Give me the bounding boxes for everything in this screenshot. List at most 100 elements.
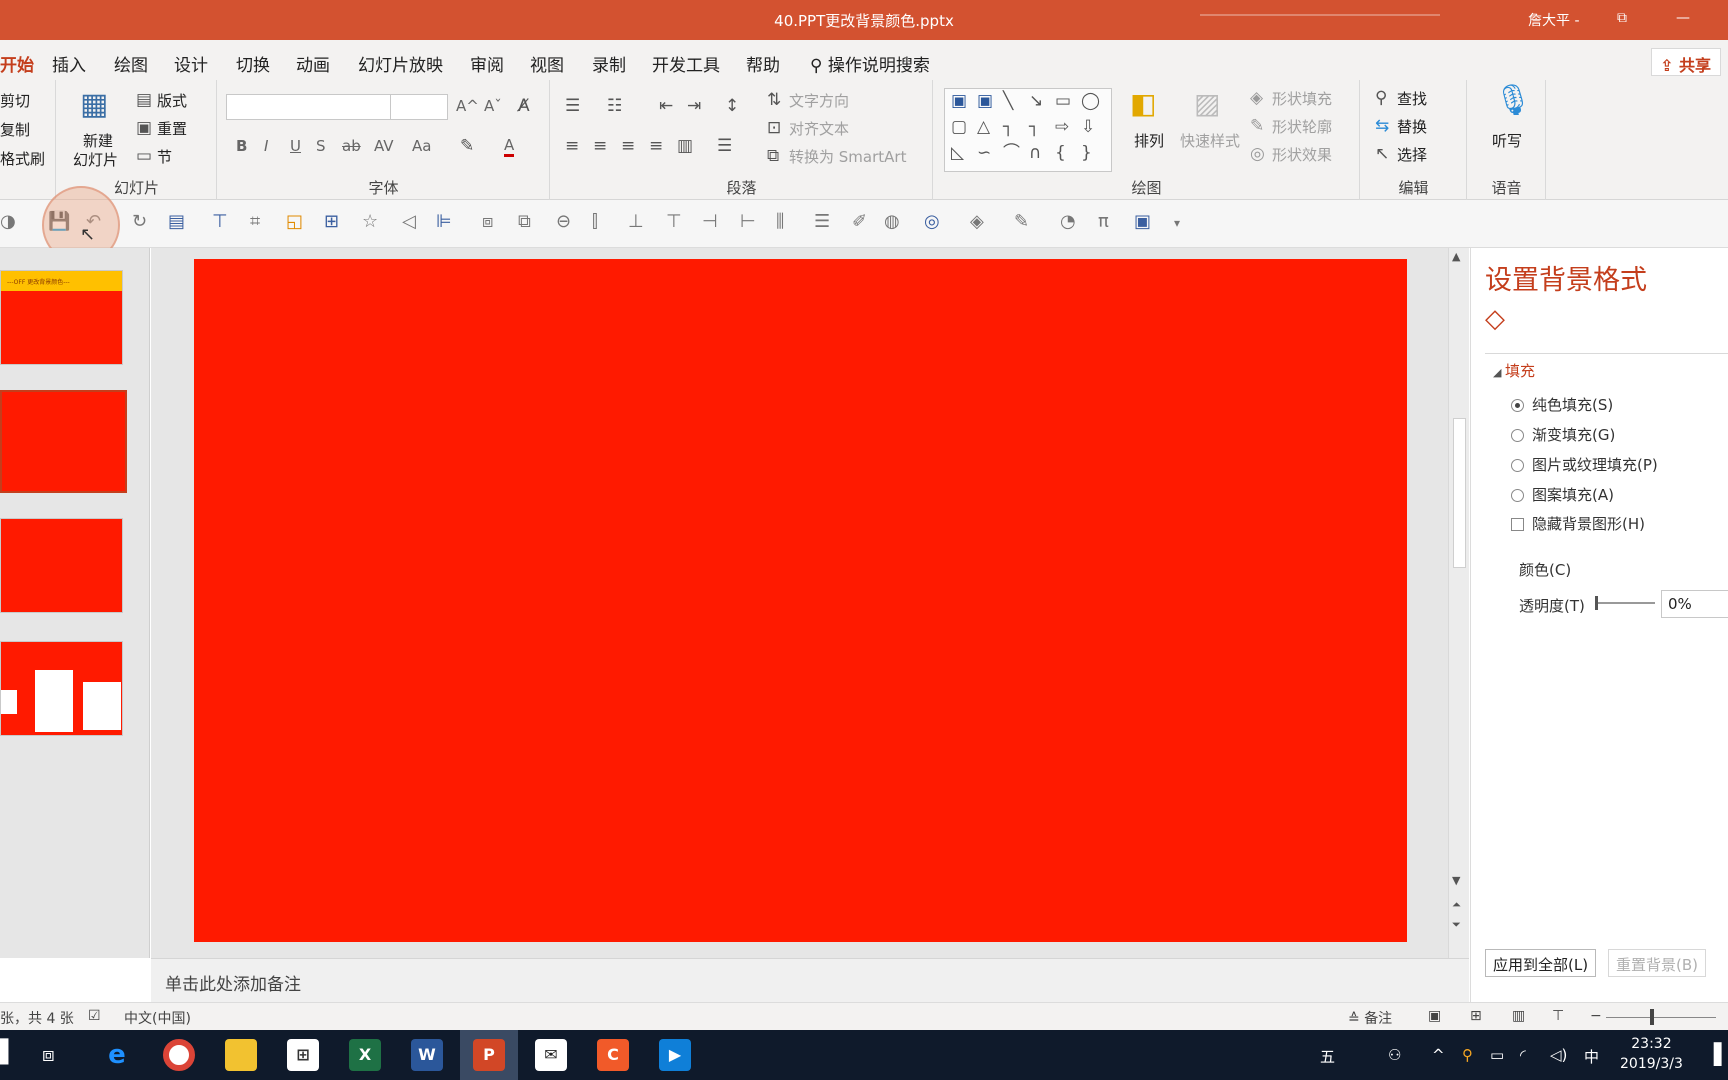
distribute-left-icon[interactable]: ⊢ — [740, 213, 756, 231]
tab-help[interactable]: 帮助 — [746, 51, 780, 76]
normal-view-icon[interactable]: ▣ — [1428, 1008, 1441, 1024]
font-color-button[interactable]: A — [504, 136, 515, 157]
distribute-h-icon[interactable]: ⫼ — [776, 213, 784, 231]
align-right-icon[interactable]: ≡ — [621, 138, 635, 155]
triangle-shape-icon[interactable]: △ — [977, 119, 990, 136]
recorder-icon[interactable]: ▶ — [659, 1039, 691, 1071]
tab-record[interactable]: 录制 — [592, 51, 626, 76]
shrink-font-button[interactable]: Aˇ — [484, 97, 502, 115]
find-button[interactable]: 查找 — [1397, 88, 1427, 109]
people-icon[interactable]: ⚇ — [1388, 1046, 1401, 1064]
copy-button[interactable]: 复制 — [0, 119, 30, 140]
edge-icon[interactable]: e — [101, 1039, 133, 1071]
columns-icon[interactable]: ▥ — [677, 138, 693, 155]
start-icon[interactable]: ▌ — [0, 1040, 17, 1065]
hide-background-option[interactable]: 隐藏背景图形(H) — [1511, 513, 1645, 534]
fill-qat-icon[interactable]: ◈ — [970, 213, 984, 231]
minimize-button[interactable]: — — [1676, 10, 1690, 26]
paint-bucket-icon[interactable]: ◇ — [1485, 304, 1505, 334]
word-icon[interactable]: W — [411, 1039, 443, 1071]
user-name[interactable]: 詹大平 - — [1528, 10, 1580, 30]
solid-fill-option[interactable]: 纯色填充(S) — [1511, 394, 1613, 415]
freeform-shape-icon[interactable]: ◺ — [951, 145, 964, 162]
section-button[interactable]: 节 — [157, 146, 172, 167]
notification-icon[interactable]: ▌ — [1714, 1042, 1728, 1066]
scroll-up-icon[interactable]: ▲ — [1452, 250, 1460, 263]
tab-home[interactable]: 开始 — [0, 51, 34, 85]
gradient-fill-option[interactable]: 渐变填充(G) — [1511, 424, 1615, 445]
slide-thumbnail-3[interactable] — [0, 518, 123, 613]
star-shape-icon[interactable]: ☆ — [362, 213, 378, 231]
previous-slide-icon[interactable]: ⏶ — [1452, 898, 1461, 912]
vertical-textbox-shape-icon[interactable]: ▣ — [977, 93, 993, 110]
new-slide-qat-icon[interactable]: ▤ — [168, 213, 185, 231]
grow-font-button[interactable]: A^ — [456, 97, 479, 115]
battery-icon[interactable]: ▭ — [1490, 1046, 1504, 1064]
align-right-qat-icon[interactable]: ⊣ — [702, 213, 718, 231]
merge-shapes-icon[interactable]: ◍ — [884, 213, 900, 231]
scrollbar-thumb[interactable] — [1453, 418, 1466, 568]
align-bottom-icon[interactable]: ⊥ — [628, 213, 644, 231]
hide-background-checkbox[interactable] — [1511, 518, 1524, 531]
format-painter-qat-icon[interactable]: ✐ — [852, 213, 867, 231]
language-indicator[interactable]: 中文(中国) — [124, 1008, 191, 1028]
system-clock[interactable]: 23:32 2019/3/3 — [1620, 1034, 1683, 1074]
cut-button[interactable]: 剪切 — [0, 90, 30, 111]
outline-qat-icon[interactable]: ✎ — [1014, 213, 1029, 231]
font-size-dropdown[interactable] — [390, 94, 448, 120]
scribble-shape-icon[interactable]: ∽ — [977, 145, 991, 162]
zoom-slider[interactable] — [1606, 1017, 1716, 1018]
italic-button[interactable]: I — [264, 137, 268, 155]
arrow-line-shape-icon[interactable]: ↘ — [1029, 93, 1043, 110]
transparency-slider[interactable] — [1595, 596, 1655, 610]
color-label[interactable]: 颜色(C) — [1519, 559, 1571, 580]
align-left-qat-icon[interactable]: ⊫ — [436, 213, 452, 231]
shape-effects-button[interactable]: 形状效果 — [1272, 144, 1332, 165]
search-tray-icon[interactable]: ⚲ — [1462, 1046, 1473, 1064]
present-icon[interactable]: ⊤ — [212, 213, 228, 231]
elbow-connector-icon[interactable]: ┐ — [1003, 119, 1013, 136]
strikethrough-button[interactable]: ab — [342, 137, 361, 155]
right-brace-shape-icon[interactable]: } — [1081, 145, 1092, 162]
clear-format-icon[interactable]: A̸ — [518, 98, 530, 115]
increase-indent-icon[interactable]: ⇥ — [687, 98, 701, 115]
tab-insert[interactable]: 插入 — [52, 51, 86, 76]
scroll-down-icon[interactable]: ▼ — [1452, 874, 1460, 887]
new-slide-label-2[interactable]: 幻灯片 — [73, 149, 118, 170]
ungroup-icon[interactable]: ⧉ — [518, 213, 531, 231]
pattern-fill-radio[interactable] — [1511, 489, 1524, 502]
task-view-icon[interactable]: ⧈ — [42, 1042, 55, 1066]
distribute-v-icon[interactable]: ☰ — [814, 213, 830, 231]
distribute-icon[interactable]: ☰ — [717, 138, 732, 155]
arrow-qat-icon[interactable]: ◁ — [402, 213, 416, 231]
volume-icon[interactable]: ◁) — [1550, 1046, 1567, 1064]
elbow-arrow-connector-icon[interactable]: ┐ — [1029, 119, 1039, 136]
down-arrow-shape-icon[interactable]: ⇩ — [1081, 119, 1095, 136]
picture-fill-option[interactable]: 图片或纹理填充(P) — [1511, 454, 1658, 475]
tab-draw[interactable]: 绘图 — [114, 51, 148, 76]
select-button[interactable]: 选择 — [1397, 144, 1427, 165]
autosave-toggle[interactable]: ◑ — [0, 213, 16, 231]
tab-animations[interactable]: 动画 — [296, 51, 330, 76]
align-top-icon[interactable]: ⊤ — [666, 213, 682, 231]
mail-icon[interactable]: ✉ — [535, 1039, 567, 1071]
transparency-input[interactable]: 0% — [1661, 590, 1728, 618]
restore-button[interactable]: ⧉ — [1617, 10, 1627, 26]
shape-outline-button[interactable]: 形状轮廓 — [1272, 116, 1332, 137]
bold-button[interactable]: B — [236, 137, 247, 155]
fill-section-header[interactable]: ◢ 填充 — [1493, 360, 1535, 381]
curve-shape-icon[interactable]: ∩ — [1029, 145, 1041, 162]
pattern-fill-option[interactable]: 图案填充(A) — [1511, 484, 1614, 505]
redo-icon[interactable]: ↻ — [132, 213, 147, 231]
notes-toggle[interactable]: ≙ 备注 — [1348, 1008, 1392, 1028]
customize-qat-icon[interactable]: ▾ — [1174, 217, 1180, 229]
quick-styles-button[interactable]: 快速样式 — [1180, 130, 1240, 151]
right-arrow-shape-icon[interactable]: ⇨ — [1055, 119, 1069, 136]
tab-design[interactable]: 设计 — [174, 51, 208, 76]
ime-mode-indicator[interactable]: 五 — [1320, 1046, 1335, 1067]
decrease-indent-icon[interactable]: ⇤ — [659, 98, 673, 115]
tell-me-search[interactable]: ⚲ 操作说明搜索 — [810, 51, 930, 76]
tray-chevron-icon[interactable]: ^ — [1432, 1046, 1445, 1064]
arrange-button[interactable]: 排列 — [1134, 130, 1164, 151]
excel-icon[interactable]: X — [349, 1039, 381, 1071]
